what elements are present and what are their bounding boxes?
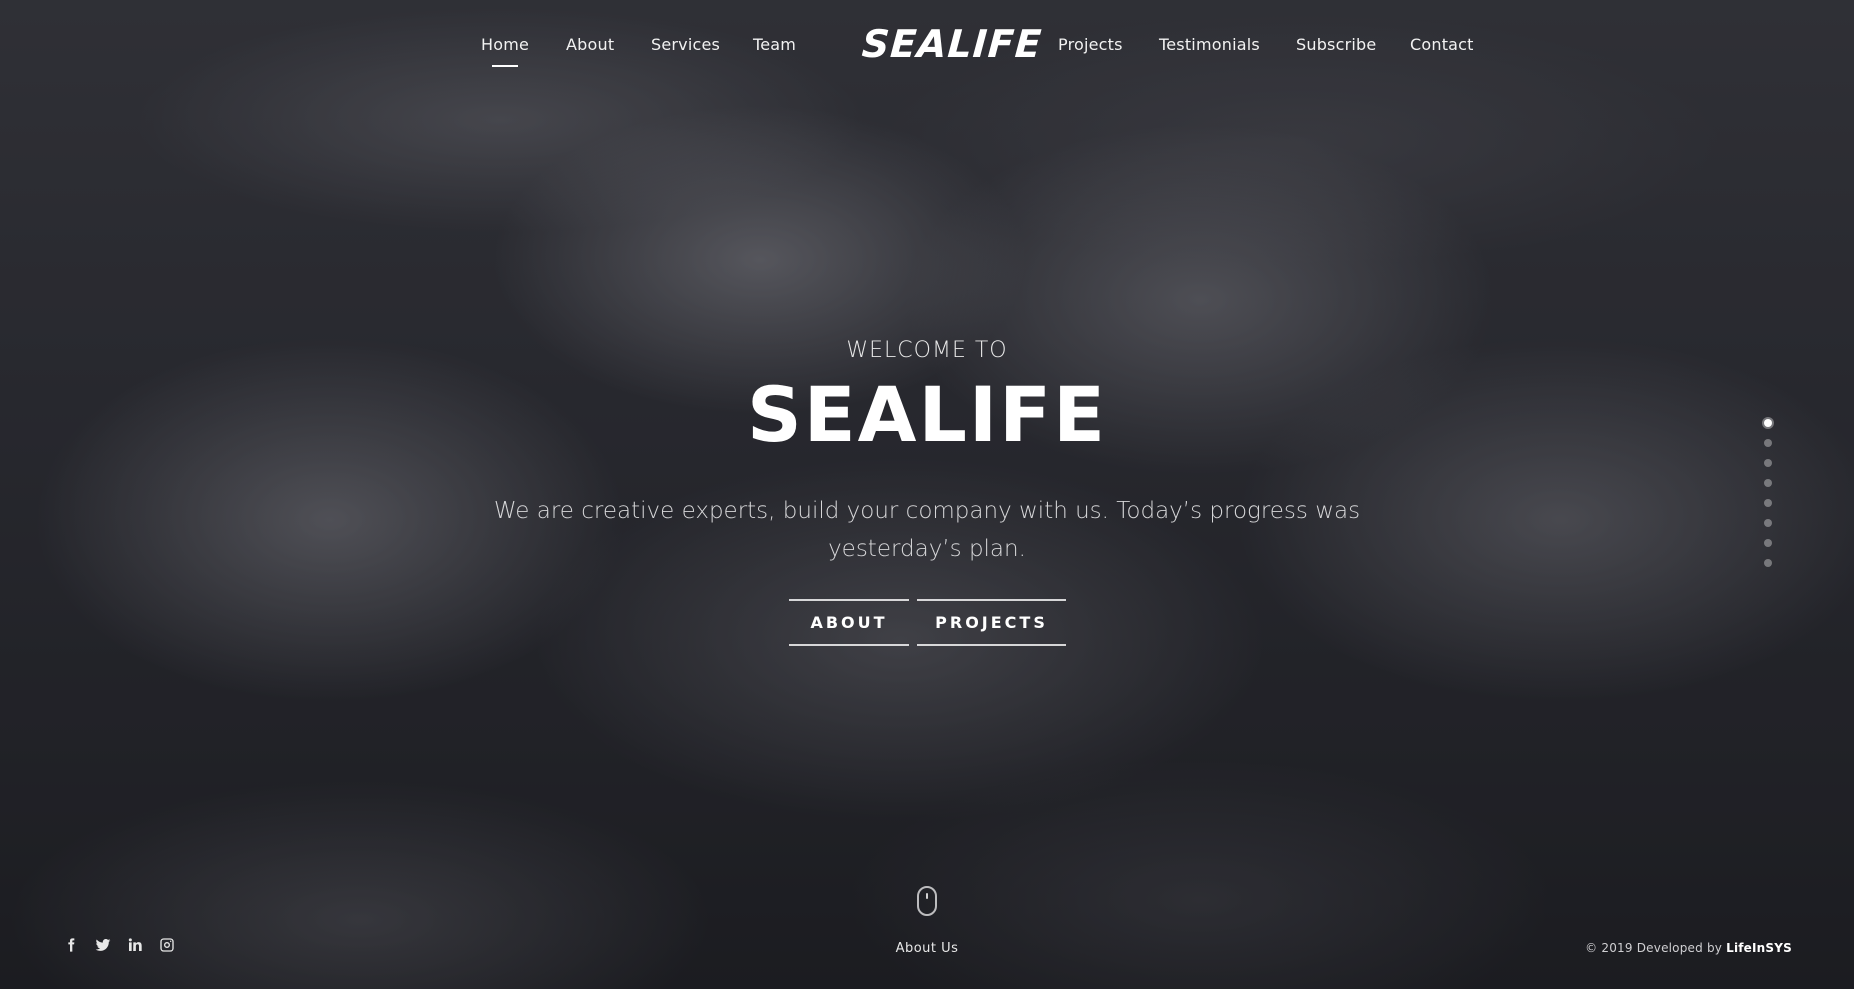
section-dot[interactable] xyxy=(1764,479,1772,487)
linkedin-icon[interactable] xyxy=(126,936,144,954)
section-dot[interactable] xyxy=(1764,459,1772,467)
facebook-icon[interactable] xyxy=(62,936,80,954)
section-dot[interactable] xyxy=(1764,519,1772,527)
twitter-icon[interactable] xyxy=(94,936,112,954)
section-dot[interactable] xyxy=(1764,539,1772,547)
nav-link-contact[interactable]: Contact xyxy=(1410,35,1474,54)
section-dots xyxy=(1764,419,1772,579)
nav-link-team[interactable]: Team xyxy=(753,35,796,54)
nav-link-subscribe[interactable]: Subscribe xyxy=(1296,35,1376,54)
nav-link-services[interactable]: Services xyxy=(651,35,720,54)
scroll-label[interactable]: About Us xyxy=(0,941,1854,956)
site-logo[interactable]: SEALIFE xyxy=(860,22,1043,66)
nav-link-projects[interactable]: Projects xyxy=(1058,35,1123,54)
instagram-icon[interactable] xyxy=(158,936,176,954)
copyright-text: © 2019 Developed by xyxy=(1585,941,1723,955)
nav-link-home[interactable]: Home xyxy=(481,35,529,67)
developer-link[interactable]: LifeInSYS xyxy=(1726,941,1792,955)
hero-welcome: WELCOME TO xyxy=(846,338,1008,363)
main-nav: Home About Services Team SEALIFE Project… xyxy=(0,0,1854,92)
copyright: © 2019 Developed by LifeInSYS xyxy=(1585,941,1792,955)
nav-link-testimonials[interactable]: Testimonials xyxy=(1159,35,1260,54)
social-links xyxy=(62,936,176,954)
hero-title: SEALIFE xyxy=(746,370,1107,459)
hero-text: We are creative experts, build your comp… xyxy=(493,498,1361,562)
section-dot[interactable] xyxy=(1764,499,1772,507)
mouse-scroll-icon[interactable] xyxy=(917,886,937,916)
section-dot[interactable] xyxy=(1764,439,1772,447)
nav-link-about[interactable]: About xyxy=(566,35,614,54)
section-dot[interactable] xyxy=(1764,419,1772,427)
about-button[interactable]: ABOUT xyxy=(789,599,909,646)
section-dot[interactable] xyxy=(1764,559,1772,567)
projects-button[interactable]: PROJECTS xyxy=(917,599,1066,646)
